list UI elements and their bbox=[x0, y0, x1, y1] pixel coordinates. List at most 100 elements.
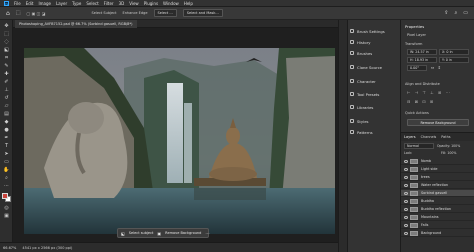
layer-row[interactable]: Falls bbox=[401, 222, 474, 229]
x-field[interactable]: X: 0 in bbox=[439, 49, 469, 55]
blend-mode-select[interactable]: Normal bbox=[404, 143, 434, 149]
height-field[interactable]: H: 18.93 in bbox=[407, 57, 437, 63]
select-subject-checkbox[interactable]: Select Subject bbox=[91, 11, 116, 15]
zoom-icon[interactable]: ⌕ bbox=[3, 176, 10, 181]
distribute-icons[interactable]: ⊟ ⊠ ⊡ ⊞ bbox=[407, 99, 467, 105]
opacity-field[interactable]: Opacity: 100% bbox=[437, 144, 460, 148]
type-icon[interactable]: T bbox=[3, 144, 10, 149]
menu-item-view[interactable]: View bbox=[129, 1, 139, 6]
menu-item-plugins[interactable]: Plugins bbox=[144, 1, 158, 6]
eye-icon[interactable] bbox=[404, 208, 408, 211]
tab-channels[interactable]: Channels bbox=[421, 135, 437, 139]
marquee-icon[interactable]: ⬚ bbox=[3, 32, 10, 37]
eye-icon[interactable] bbox=[404, 200, 408, 203]
pen-icon[interactable]: ✒ bbox=[3, 136, 10, 141]
path-select-icon[interactable]: ➤ bbox=[3, 152, 10, 157]
stamp-icon[interactable]: ⊥ bbox=[3, 88, 10, 93]
menu-item-3d[interactable]: 3D bbox=[119, 1, 125, 6]
eye-icon[interactable] bbox=[404, 192, 408, 195]
align-icons[interactable]: ⊢ ⊣ ⊤ ⊥ ⊞ ⋯ bbox=[407, 90, 467, 96]
gradient-icon[interactable]: ▤ bbox=[3, 112, 10, 117]
panel-brush-settings[interactable]: Brush Settings bbox=[350, 26, 385, 36]
menu-item-help[interactable]: Help bbox=[184, 1, 193, 6]
align-label[interactable]: Align and Distribute bbox=[405, 82, 440, 86]
panel-styles[interactable]: Styles bbox=[350, 116, 369, 126]
eye-icon[interactable] bbox=[404, 224, 408, 227]
layer-row[interactable]: Mountains bbox=[401, 214, 474, 221]
menu-item-type[interactable]: Type bbox=[72, 1, 81, 6]
document-info[interactable]: 4541 px x 2566 px (300 ppi) bbox=[22, 246, 72, 250]
zoom-level[interactable]: 66.67% bbox=[3, 246, 16, 250]
panel-character[interactable]: Character bbox=[350, 76, 376, 86]
eye-icon[interactable] bbox=[404, 216, 408, 219]
eyedropper-icon[interactable]: ✎ bbox=[3, 64, 10, 69]
healing-icon[interactable]: ✚ bbox=[3, 72, 10, 77]
dodge-icon[interactable]: ● bbox=[3, 128, 10, 133]
hand-icon[interactable]: ✋ bbox=[3, 168, 10, 173]
remove-background-icon[interactable]: ▣ bbox=[157, 231, 161, 236]
blur-icon[interactable]: ◆ bbox=[3, 120, 10, 125]
layer-row[interactable]: Nomb bbox=[401, 158, 474, 165]
home-icon[interactable]: ⌂ bbox=[6, 10, 10, 17]
transform-label[interactable]: Transform bbox=[405, 42, 422, 46]
search-icon[interactable]: ⌕ bbox=[454, 10, 457, 16]
menu-item-file[interactable]: File bbox=[14, 1, 21, 6]
tab-layers[interactable]: Layers bbox=[404, 135, 416, 139]
layer-row[interactable]: Buddha bbox=[401, 198, 474, 205]
layer-row-selected[interactable]: Sorbind gasuell bbox=[401, 190, 474, 197]
tab-paths[interactable]: Paths bbox=[441, 135, 450, 139]
foreground-color-swatch[interactable] bbox=[2, 193, 8, 199]
more-tools-icon[interactable]: ⋯ bbox=[3, 184, 10, 189]
layer-row[interactable]: trees bbox=[401, 174, 474, 181]
menu-item-select[interactable]: Select bbox=[86, 1, 98, 6]
properties-title[interactable]: Properties bbox=[405, 24, 424, 29]
eye-icon[interactable] bbox=[404, 160, 408, 163]
lasso-icon[interactable]: ◌ bbox=[3, 40, 10, 45]
rectangle-icon[interactable]: ▭ bbox=[3, 160, 10, 165]
select-and-mask-button[interactable]: Select and Mask... bbox=[182, 9, 223, 17]
quick-mask-icon[interactable]: ◎ bbox=[3, 206, 10, 211]
object-select-icon[interactable]: ⬕ bbox=[3, 48, 10, 53]
flip-icons[interactable]: ⇔ ⇕ bbox=[431, 65, 461, 71]
screen-mode-icon[interactable]: ▣ bbox=[3, 214, 10, 219]
menu-item-edit[interactable]: Edit bbox=[26, 1, 34, 6]
photoshop-logo[interactable]: Ps bbox=[4, 0, 9, 6]
panel-history[interactable]: History bbox=[350, 37, 371, 47]
angle-field[interactable]: 0.00° bbox=[407, 65, 427, 71]
select-subject-icon[interactable]: ⬕ bbox=[121, 231, 125, 236]
menu-item-filter[interactable]: Filter bbox=[104, 1, 114, 6]
brush-icon[interactable]: ✐ bbox=[3, 80, 10, 85]
tool-preset-icon[interactable]: ⬚ bbox=[16, 10, 21, 16]
more-options-icon[interactable]: ⋯ bbox=[205, 231, 209, 236]
panel-clone-source[interactable]: Clone Source bbox=[350, 62, 382, 72]
menu-item-window[interactable]: Window bbox=[163, 1, 179, 6]
canvas-area[interactable]: ⬕ Select subject ▣ Remove Background ⋯ bbox=[13, 28, 338, 242]
layer-row[interactable]: Light side bbox=[401, 166, 474, 173]
layer-row[interactable]: Buddha reflection bbox=[401, 206, 474, 213]
eye-icon[interactable] bbox=[404, 184, 408, 187]
move-icon[interactable]: ✥ bbox=[3, 24, 10, 29]
width-field[interactable]: W: 24.57 in bbox=[407, 49, 437, 55]
eraser-icon[interactable]: ▱ bbox=[3, 104, 10, 109]
select-button[interactable]: Select ... bbox=[153, 9, 177, 17]
remove-background-button[interactable]: Remove Background bbox=[407, 119, 469, 126]
document-tab[interactable]: Photoshoping_AVFB7152.psd @ 66.7% (Sorbi… bbox=[15, 20, 137, 28]
eye-icon[interactable] bbox=[404, 176, 408, 179]
menu-item-image[interactable]: Image bbox=[38, 1, 51, 6]
selection-mode-icons[interactable]: ▢ ▣ ◫ ◪ bbox=[27, 11, 46, 16]
panel-brushes[interactable]: Brushes bbox=[350, 48, 372, 58]
quick-actions-label[interactable]: Quick Actions bbox=[405, 111, 429, 115]
eye-icon[interactable] bbox=[404, 232, 408, 235]
menu-item-layer[interactable]: Layer bbox=[56, 1, 67, 6]
document-canvas[interactable] bbox=[24, 48, 335, 234]
panel-patterns[interactable]: Patterns bbox=[350, 127, 373, 137]
enhance-edge-checkbox[interactable]: Enhance Edge bbox=[122, 11, 147, 15]
history-brush-icon[interactable]: ↺ bbox=[3, 96, 10, 101]
layer-row[interactable]: Background bbox=[401, 230, 474, 237]
y-field[interactable]: Y: 0 in bbox=[439, 57, 469, 63]
share-icon[interactable]: ⇪ bbox=[444, 10, 448, 16]
crop-icon[interactable]: ⌗ bbox=[3, 56, 10, 61]
eye-icon[interactable] bbox=[404, 168, 408, 171]
panel-tool-presets[interactable]: Tool Presets bbox=[350, 89, 379, 99]
remove-background-button[interactable]: Remove Background bbox=[165, 231, 201, 235]
